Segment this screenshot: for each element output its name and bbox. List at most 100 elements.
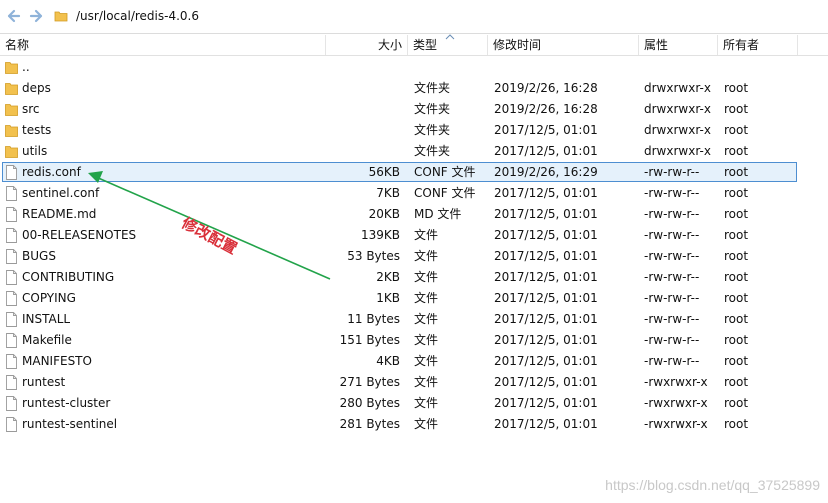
file-type: CONF 文件 <box>414 165 476 179</box>
file-owner: root <box>724 270 749 284</box>
file-attributes: -rw-rw-r-- <box>644 249 700 263</box>
file-row[interactable]: src 文件夹 2019/2/26, 16:28 drwxrwxr-x root <box>0 99 828 120</box>
file-icon <box>6 228 17 243</box>
file-row[interactable]: Makefile 151 Bytes 文件 2017/12/5, 01:01 -rw-r… <box>0 330 828 351</box>
file-name: runtest-cluster <box>22 396 111 410</box>
file-owner: root <box>724 165 749 179</box>
file-modified-time: 2019/2/26, 16:28 <box>494 81 598 95</box>
file-icon <box>6 312 17 327</box>
column-header: 名称 大小 类型 修改时间 属性 所有者 <box>0 35 828 56</box>
file-owner: root <box>724 102 749 116</box>
file-owner: root <box>724 207 749 221</box>
folder-icon <box>5 104 18 116</box>
file-modified-time: 2017/12/5, 01:01 <box>494 207 598 221</box>
file-type: CONF 文件 <box>414 186 476 200</box>
arrow-right-icon[interactable] <box>29 8 45 24</box>
file-icon <box>6 417 17 432</box>
file-row[interactable]: .. <box>0 57 828 78</box>
file-name: redis.conf <box>22 165 81 179</box>
file-size <box>326 99 400 120</box>
file-attributes: -rw-rw-r-- <box>644 207 700 221</box>
file-modified-time: 2017/12/5, 01:01 <box>494 144 598 158</box>
file-size: 2KB <box>376 270 400 284</box>
file-size <box>326 78 400 99</box>
file-size <box>326 141 400 162</box>
file-size: 20KB <box>368 207 400 221</box>
column-owner[interactable]: 所有者 <box>718 35 798 55</box>
file-owner: root <box>724 123 749 137</box>
file-row[interactable]: INSTALL 11 Bytes 文件 2017/12/5, 01:01 -rw-rw-… <box>0 309 828 330</box>
folder-icon <box>54 11 68 22</box>
file-name: COPYING <box>22 291 76 305</box>
file-attributes: -rw-rw-r-- <box>644 228 700 242</box>
file-type: 文件 <box>414 333 439 347</box>
file-modified-time: 2017/12/5, 01:01 <box>494 312 598 326</box>
file-attributes: -rw-rw-r-- <box>644 333 700 347</box>
file-modified-time: 2017/12/5, 01:01 <box>494 123 598 137</box>
file-owner: root <box>724 312 749 326</box>
file-row[interactable]: utils 文件夹 2017/12/5, 01:01 drwxrwxr-x root <box>0 141 828 162</box>
file-type: 文件夹 <box>414 123 451 137</box>
file-row[interactable]: COPYING 1KB 文件 2017/12/5, 01:01 -rw-rw-r-- ro… <box>0 288 828 309</box>
file-owner: root <box>724 396 749 410</box>
file-type: 文件 <box>414 291 439 305</box>
file-modified-time: 2017/12/5, 01:01 <box>494 228 598 242</box>
file-type: MD 文件 <box>414 207 462 221</box>
file-owner: root <box>724 417 749 431</box>
file-row[interactable]: BUGS 53 Bytes 文件 2017/12/5, 01:01 -rw-rw-r--… <box>0 246 828 267</box>
file-size: 139KB <box>360 228 400 242</box>
file-name: README.md <box>22 207 97 221</box>
column-size[interactable]: 大小 <box>326 35 408 55</box>
file-icon <box>6 375 17 390</box>
file-owner: root <box>724 81 749 95</box>
file-row[interactable]: CONTRIBUTING 2KB 文件 2017/12/5, 01:01 -rw-rw-… <box>0 267 828 288</box>
arrow-left-icon[interactable] <box>5 8 21 24</box>
sort-ascending-icon <box>445 34 455 40</box>
file-name: Makefile <box>22 333 72 347</box>
column-attributes[interactable]: 属性 <box>639 35 718 55</box>
file-row[interactable]: 00-RELEASENOTES 139KB 文件 2017/12/5, 01:01 -r… <box>0 225 828 246</box>
file-modified-time: 2017/12/5, 01:01 <box>494 375 598 389</box>
address-path[interactable]: /usr/local/redis-4.0.6 <box>76 9 199 23</box>
file-name: .. <box>22 60 30 74</box>
file-owner: root <box>724 333 749 347</box>
file-modified-time: 2017/12/5, 01:01 <box>494 396 598 410</box>
file-size: 11 Bytes <box>347 312 400 326</box>
file-size <box>326 57 400 78</box>
file-attributes: -rwxrwxr-x <box>644 396 708 410</box>
file-size: 1KB <box>376 291 400 305</box>
file-row[interactable]: tests 文件夹 2017/12/5, 01:01 drwxrwxr-x root <box>0 120 828 141</box>
file-attributes: -rw-rw-r-- <box>644 354 700 368</box>
file-icon <box>6 186 17 201</box>
file-row[interactable]: deps 文件夹 2019/2/26, 16:28 drwxrwxr-x root <box>0 78 828 99</box>
file-size: 280 Bytes <box>339 396 400 410</box>
file-modified-time: 2017/12/5, 01:01 <box>494 270 598 284</box>
file-row[interactable]: runtest-cluster 280 Bytes 文件 2017/12/5, 01:… <box>0 393 828 414</box>
file-name: CONTRIBUTING <box>22 270 115 284</box>
file-attributes: drwxrwxr-x <box>644 123 711 137</box>
file-icon <box>6 165 17 180</box>
column-modified-time[interactable]: 修改时间 <box>488 35 639 55</box>
file-type: 文件 <box>414 270 439 284</box>
file-type: 文件 <box>414 249 439 263</box>
file-row[interactable]: runtest 271 Bytes 文件 2017/12/5, 01:01 -rwxrw… <box>0 372 828 393</box>
file-type: 文件 <box>414 396 439 410</box>
file-size <box>326 120 400 141</box>
folder-icon <box>5 83 18 95</box>
file-type: 文件 <box>414 417 439 431</box>
file-row[interactable]: redis.conf 56KB CONF 文件 2019/2/26, 16:29 -rw… <box>0 162 828 183</box>
file-row[interactable]: README.md 20KB MD 文件 2017/12/5, 01:01 -rw-rw… <box>0 204 828 225</box>
file-row[interactable]: MANIFESTO 4KB 文件 2017/12/5, 01:01 -rw-rw-r--… <box>0 351 828 372</box>
file-owner: root <box>724 144 749 158</box>
file-row[interactable]: runtest-sentinel 281 Bytes 文件 2017/12/5, 01… <box>0 414 828 435</box>
file-size: 4KB <box>376 354 400 368</box>
file-name: src <box>22 102 40 116</box>
column-name[interactable]: 名称 <box>0 35 326 55</box>
file-attributes: -rw-rw-r-- <box>644 270 700 284</box>
file-row[interactable]: sentinel.conf 7KB CONF 文件 2017/12/5, 01:01 -… <box>0 183 828 204</box>
file-modified-time: 2017/12/5, 01:01 <box>494 186 598 200</box>
file-attributes: -rw-rw-r-- <box>644 165 700 179</box>
file-name: 00-RELEASENOTES <box>22 228 137 242</box>
file-owner: root <box>724 186 749 200</box>
file-modified-time: 2019/2/26, 16:28 <box>494 102 598 116</box>
